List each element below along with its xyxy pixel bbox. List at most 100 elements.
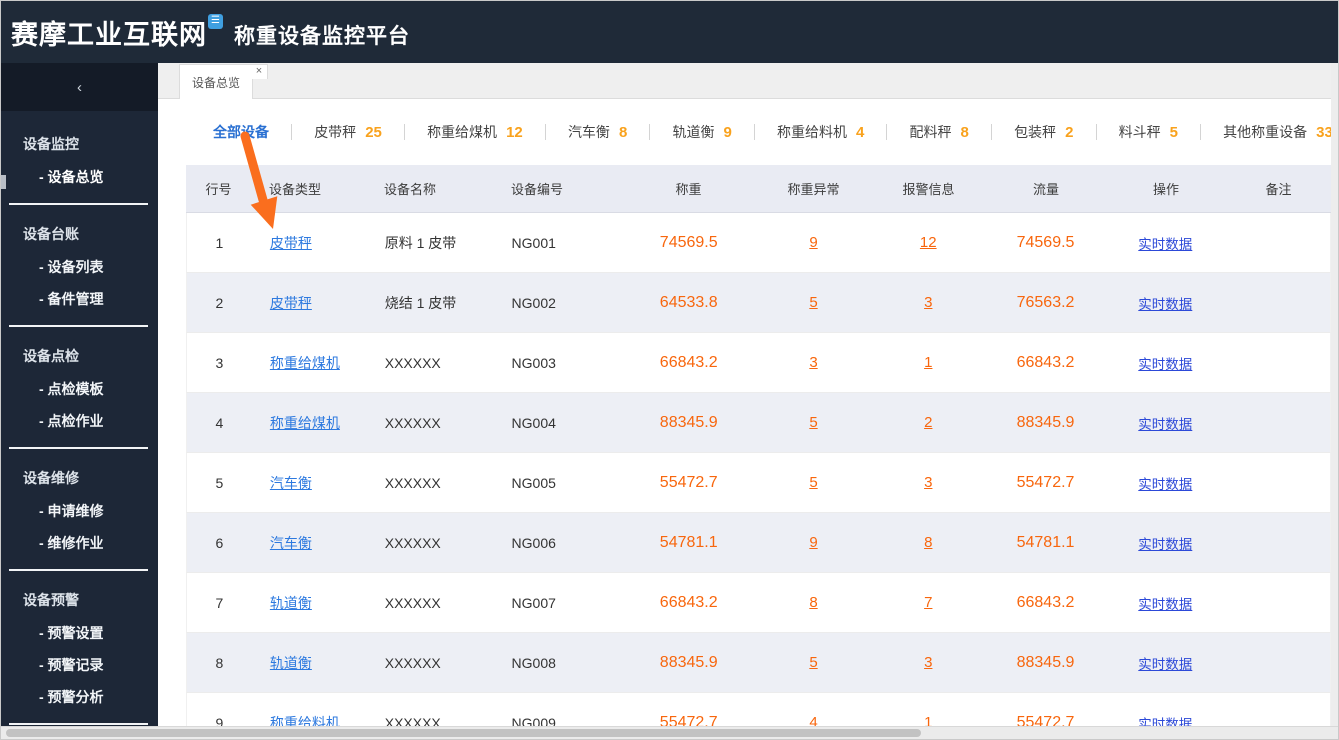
weight-value: 66843.2 [659,593,718,611]
device-type-link[interactable]: 汽车衡 [270,535,312,551]
device-type-link[interactable]: 称重给煤机 [270,355,340,371]
realtime-data-link[interactable]: 实时数据 [1138,597,1192,612]
table-cell: 74569.5 [986,234,1106,252]
row-number: 5 [215,474,224,491]
device-type-link[interactable]: 皮带秤 [270,295,312,311]
realtime-data-link[interactable]: 实时数据 [1138,237,1192,252]
table-cell: 9 [756,234,871,251]
sidebar-item[interactable]: - 设备总览 [1,161,158,193]
table-header-row: 行号 设备类型 设备名称 设备编号 称重 称重异常 报警信息 流量 操作 备注 [186,165,1331,213]
device-name: XXXXXX [384,534,441,551]
sidebar-section: 设备预警 - 预警设置 - 预警记录 - 预警分析 [1,583,158,725]
realtime-data-link[interactable]: 实时数据 [1138,417,1192,432]
abnormal-count-link[interactable]: 9 [809,534,817,551]
tab-close-icon[interactable]: × [251,64,268,79]
device-name: XXXXXX [384,354,441,371]
flow-value: 54781.1 [1016,533,1075,551]
table-cell: 66843.2 [621,354,756,372]
alarm-count-link[interactable]: 1 [924,354,932,371]
filter-item-label: 称重给煤机 [427,124,498,140]
realtime-data-link[interactable]: 实时数据 [1138,537,1192,552]
abnormal-count-link[interactable]: 5 [809,654,817,671]
filter-item[interactable]: 配料秤 8 [910,122,969,142]
abnormal-count-link[interactable]: 8 [809,594,817,611]
sidebar-divider [9,569,148,571]
table-cell: 7 [871,594,986,611]
filter-item[interactable]: 其他称重设备 33 [1223,122,1333,142]
alarm-count-link[interactable]: 3 [924,654,932,671]
sidebar-item[interactable]: - 预警设置 [1,617,158,649]
sidebar-divider [9,203,148,205]
abnormal-count-link[interactable]: 5 [809,474,817,491]
abnormal-count-link[interactable]: 3 [809,354,817,371]
device-type-link[interactable]: 皮带秤 [270,235,312,251]
flow-value: 55472.7 [1016,473,1075,491]
realtime-data-link[interactable]: 实时数据 [1138,297,1192,312]
sidebar-item[interactable]: - 预警分析 [1,681,158,713]
column-header: 设备编号 [511,182,564,197]
column-header: 备注 [1265,182,1292,197]
sidebar-item[interactable]: - 设备列表 [1,251,158,283]
filter-item[interactable]: 称重给煤机 12 [427,122,523,142]
abnormal-count-link[interactable]: 5 [809,294,817,311]
horizontal-scrollbar[interactable] [1,726,1338,739]
device-name: XXXXXX [384,474,441,491]
table-cell: 88345.9 [621,654,756,672]
realtime-data-link[interactable]: 实时数据 [1138,357,1192,372]
filter-item[interactable]: 皮带秤 25 [314,122,382,142]
sidebar-item[interactable]: - 申请维修 [1,495,158,527]
abnormal-count-link[interactable]: 5 [809,414,817,431]
alarm-count-link[interactable]: 3 [924,294,932,311]
table-row: 7 轨道衡 XXXXXX NG007 66843.2 8 7 66843.2 实时数据 [186,573,1331,633]
filter-item[interactable]: 料斗秤 5 [1119,122,1178,142]
horizontal-scrollbar-thumb[interactable] [6,729,921,737]
alarm-count-link[interactable]: 2 [924,414,932,431]
column-header: 操作 [1152,182,1179,197]
vertical-scrollbar[interactable] [1331,63,1338,728]
device-type-link[interactable]: 轨道衡 [270,595,312,611]
chevron-left-icon: ‹ [77,78,82,96]
table-cell: 76563.2 [986,294,1106,312]
flow-value: 76563.2 [1016,293,1075,311]
table-cell: 实时数据 [1105,413,1225,433]
column-header: 流量 [1032,182,1059,197]
sidebar-item[interactable]: - 备件管理 [1,283,158,315]
table-cell: 12 [871,234,986,251]
device-name: XXXXXX [384,414,441,431]
alarm-count-link[interactable]: 7 [924,594,932,611]
filter-item[interactable]: 轨道衡 9 [672,122,731,142]
table-cell: 汽车衡 [252,533,347,553]
tab-device-overview[interactable]: 设备总览 × [179,64,268,99]
filter-separator [291,124,293,140]
sidebar-collapse-button[interactable]: ‹ [1,63,158,111]
device-type-link[interactable]: 汽车衡 [270,475,312,491]
filter-item[interactable]: 包装秤 2 [1014,122,1073,142]
filter-separator [1200,124,1202,140]
filter-item[interactable]: 称重给料机 4 [777,122,864,142]
table-row: 5 汽车衡 XXXXXX NG005 55472.7 5 3 55472.7 实时数据 [186,453,1331,513]
table-cell: 3 [756,354,871,371]
realtime-data-link[interactable]: 实时数据 [1138,477,1192,492]
filter-item-label: 其他称重设备 [1223,124,1308,140]
realtime-data-link[interactable]: 实时数据 [1138,657,1192,672]
table-cell: 8 [871,534,986,551]
device-code: NG005 [511,474,556,491]
weight-value: 88345.9 [659,413,718,431]
device-code: NG003 [511,354,556,371]
brand-logo: 赛摩工业互联网 [11,19,207,50]
sidebar-divider [9,447,148,449]
device-type-link[interactable]: 轨道衡 [270,655,312,671]
filter-item-count: 2 [1065,123,1074,141]
alarm-count-link[interactable]: 8 [924,534,932,551]
sidebar-item[interactable]: - 点检作业 [1,405,158,437]
abnormal-count-link[interactable]: 9 [809,234,817,251]
filter-item-all-devices[interactable]: 全部设备 [213,122,269,142]
table-cell: 8 [756,594,871,611]
sidebar-item[interactable]: - 维修作业 [1,527,158,559]
sidebar-item[interactable]: - 点检模板 [1,373,158,405]
alarm-count-link[interactable]: 3 [924,474,932,491]
alarm-count-link[interactable]: 12 [920,234,937,251]
device-type-link[interactable]: 称重给煤机 [270,415,340,431]
sidebar-item[interactable]: - 预警记录 [1,649,158,681]
filter-item[interactable]: 汽车衡 8 [568,122,627,142]
